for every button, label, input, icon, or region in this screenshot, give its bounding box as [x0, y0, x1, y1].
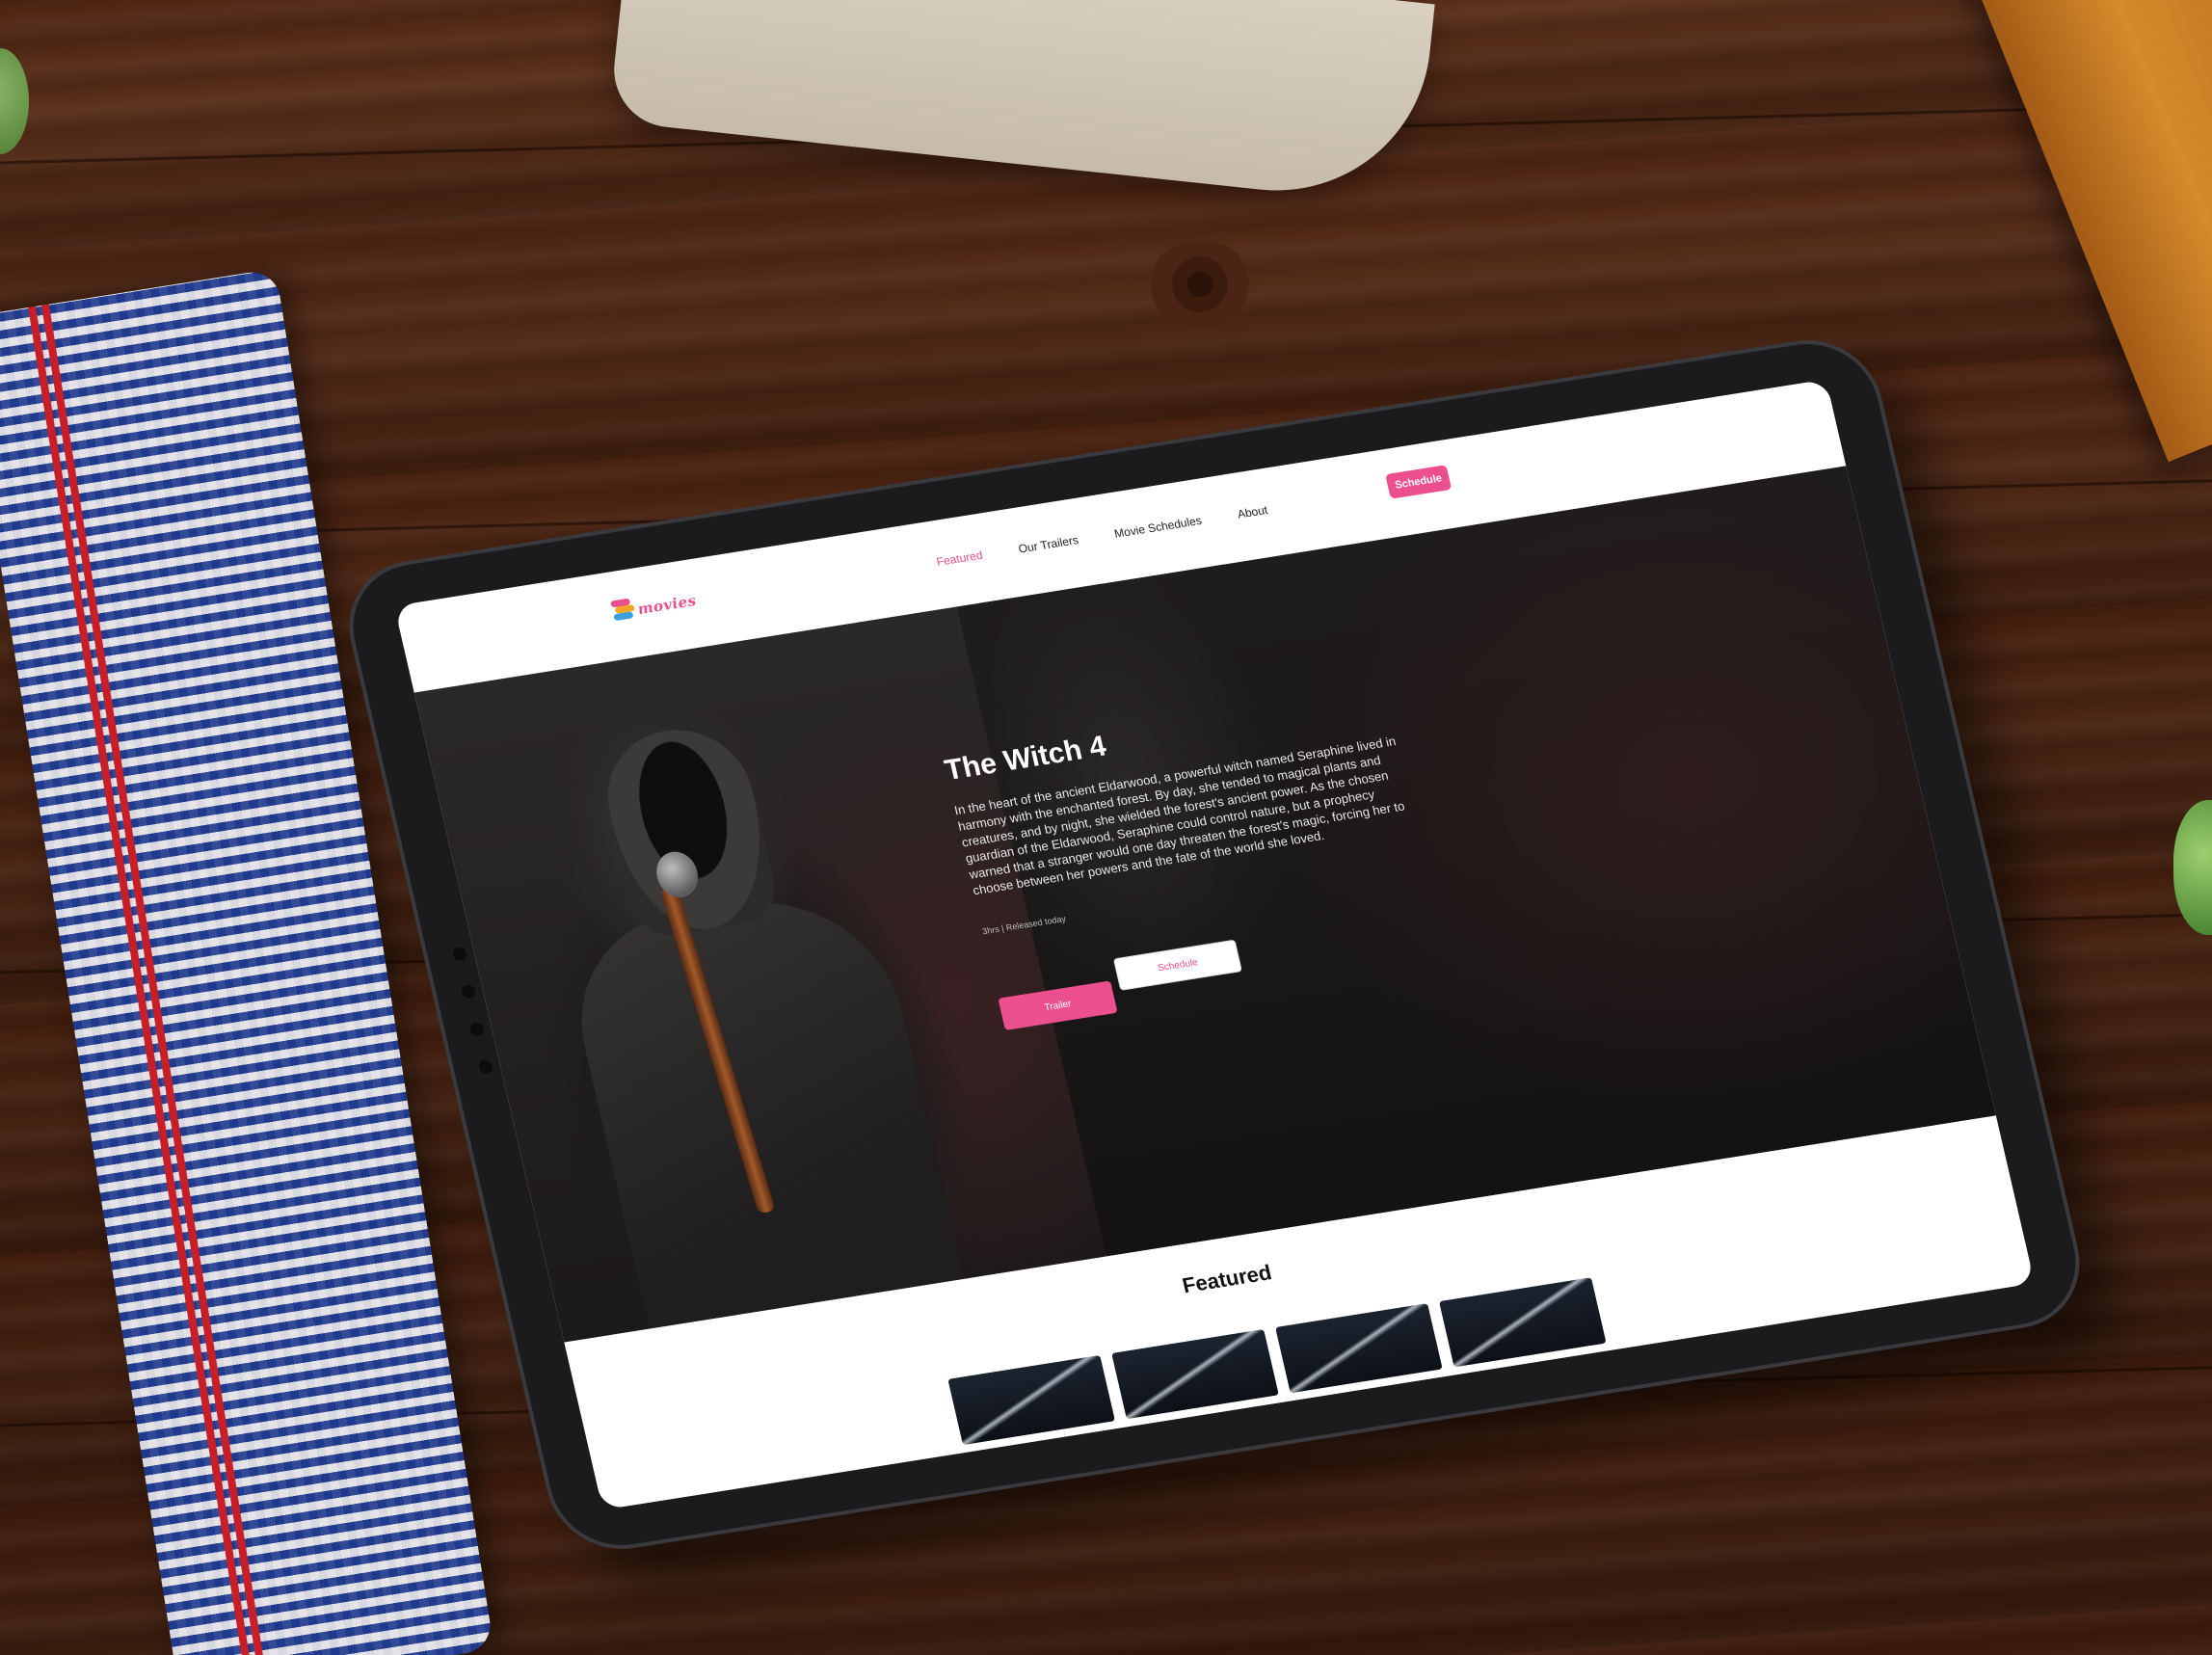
schedule-button[interactable]: Schedule [1112, 939, 1242, 991]
nav-link-featured[interactable]: Featured [935, 548, 984, 569]
egg-carton [608, 0, 1435, 206]
nav-links: Featured Our Trailers Movie Schedules Ab… [935, 503, 1268, 569]
tablet: movies Featured Our Trailers Movie Sched… [339, 334, 2090, 1556]
nav-link-our-trailers[interactable]: Our Trailers [1017, 533, 1079, 555]
featured-card[interactable] [1438, 1277, 1607, 1368]
leaf [0, 48, 29, 154]
nav-schedule-button[interactable]: Schedule [1385, 465, 1452, 499]
cutting-board [1966, 0, 2212, 463]
tablet-bezel: movies Featured Our Trailers Movie Sched… [339, 334, 2090, 1556]
featured-card[interactable] [1274, 1303, 1443, 1394]
witch-figure [558, 883, 969, 1343]
logo-text: movies [635, 591, 699, 619]
wood-knot [1147, 241, 1253, 328]
featured-cards [947, 1277, 1607, 1446]
featured-card[interactable] [947, 1354, 1116, 1446]
tablet-screen: movies Featured Our Trailers Movie Sched… [394, 379, 2035, 1510]
nav-link-about[interactable]: About [1236, 503, 1268, 521]
nav-link-movie-schedules[interactable]: Movie Schedules [1113, 514, 1203, 541]
logo[interactable]: movies [610, 588, 699, 626]
logo-icon [610, 598, 637, 626]
featured-card[interactable] [1111, 1328, 1279, 1420]
desk-scene: movies Featured Our Trailers Movie Sched… [0, 0, 2212, 1655]
witch-hood [593, 719, 783, 941]
towel-stripe [40, 304, 268, 1655]
featured-title: Featured [1180, 1260, 1274, 1298]
towel-stripe [28, 306, 254, 1655]
